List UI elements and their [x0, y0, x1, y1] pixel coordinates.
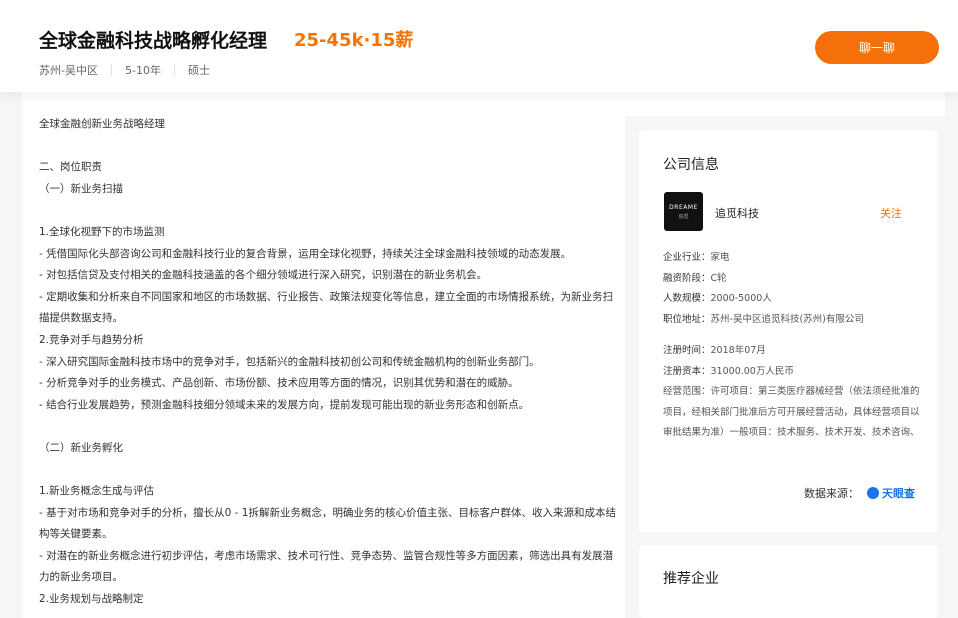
desc-line: 1.全球化视野下的市场监测 [39, 225, 165, 238]
info-label: 注册时间： [663, 345, 711, 356]
desc-line: 2.竞争对手与趋势分析 [39, 333, 144, 346]
job-description-panel: 全球金融创新业务战略经理 二、岗位职责 （一）新业务扫描 1.全球化视野下的市场… [22, 92, 625, 618]
company-logo[interactable]: DREAME 追觅 [664, 192, 703, 231]
job-education: 硕士 [187, 64, 210, 77]
divider [173, 65, 175, 75]
source-name[interactable]: 天眼查 [882, 485, 915, 501]
desc-line: - 结合行业发展趋势，预测金融科技细分领域未来的发展方向，提前发现可能出现的新业… [39, 398, 530, 411]
info-value: 家电 [710, 252, 730, 263]
right-panel-top [624, 92, 945, 116]
info-row-scope: 经营范围：许可项目：第三类医疗器械经营（依法须经批准的项目，经相关部门批准后方可… [663, 382, 923, 444]
desc-line: - 对潜在的新业务概念进行初步评估，考虑市场需求、技术可行性、竞争态势、监管合规… [39, 549, 614, 584]
job-description: 全球金融创新业务战略经理 二、岗位职责 （一）新业务扫描 1.全球化视野下的市场… [39, 114, 619, 611]
desc-line: - 对包括信贷及支付相关的金融科技涵盖的各个细分领域进行深入研究，识别潜在的新业… [39, 269, 488, 282]
desc-line: - 深入研究国际金融科技市场中的竞争对手，包括新兴的金融科技初创公司和传统金融机… [39, 355, 540, 368]
desc-line: - 基于对市场和竞争对手的分析，擅长从0 - 1拆解新业务概念，明确业务的核心价… [39, 506, 616, 541]
info-label: 职位地址： [663, 313, 711, 325]
info-row-size: 人数规模：2000-5000人 [663, 289, 923, 310]
desc-blank [39, 460, 619, 482]
info-row-reg-time: 注册时间：2018年07月 [663, 341, 923, 362]
desc-line: 2.业务规划与战略制定 [39, 593, 144, 606]
desc-line: 1.新业务概念生成与评估 [39, 485, 155, 498]
info-row-industry: 企业行业：家电 [663, 248, 923, 269]
job-title: 全球金融科技战略孵化经理 [39, 30, 268, 52]
info-label: 经营范围： [663, 386, 711, 397]
desc-line: - 定期收集和分析来自不同国家和地区的市场数据、行业报告、政策法规变化等信息，建… [39, 290, 614, 325]
desc-line: - 分析竞争对手的业务模式、产品创新、市场份额、技术应用等方面的情况，识别其优势… [39, 377, 519, 390]
desc-blank [39, 416, 619, 438]
salary: 25-45k·15薪 [294, 30, 414, 51]
recommend-card: 推荐企业 [639, 545, 938, 618]
tianyancha-icon [867, 487, 879, 499]
info-row-stage: 融资阶段：C轮 [663, 269, 923, 290]
info-value: 2018年07月 [710, 345, 766, 356]
company-section-title: 公司信息 [663, 157, 719, 173]
info-label: 人数规模： [663, 293, 711, 304]
company-name[interactable]: 追觅科技 [715, 205, 759, 221]
info-value: 31000.00万人民币 [710, 365, 794, 377]
logo-subtext: 追觅 [678, 213, 689, 220]
desc-line: （二）新业务孵化 [39, 441, 123, 454]
chat-button[interactable]: 聊一聊 [815, 31, 939, 64]
company-info: 企业行业：家电 融资阶段：C轮 人数规模：2000-5000人 职位地址：苏州-… [663, 248, 923, 444]
info-row-address: 职位地址：苏州-吴中区追觅科技(苏州)有限公司 [663, 310, 923, 331]
company-card: 公司信息 DREAME 追觅 追觅科技 关注 企业行业：家电 融资阶段：C轮 人… [639, 130, 938, 532]
info-label: 注册资本： [663, 365, 711, 377]
job-experience: 5-10年 [124, 64, 161, 77]
info-value: 2000-5000人 [710, 293, 772, 304]
desc-line: - 凭借国际化头部咨询公司和金融科技行业的复合背景，运用全球化视野，持续关注全球… [39, 247, 572, 260]
info-value: C轮 [710, 272, 727, 284]
info-label: 企业行业： [663, 252, 711, 263]
desc-line: （一）新业务扫描 [39, 182, 123, 195]
divider [110, 65, 112, 75]
source-label: 数据来源： [804, 487, 859, 500]
recommend-title: 推荐企业 [663, 571, 719, 587]
info-value: 苏州-吴中区追觅科技(苏州)有限公司 [710, 313, 864, 325]
job-meta: 苏州-吴中区 5-10年 硕士 [39, 62, 210, 78]
desc-line: 二、岗位职责 [39, 161, 102, 174]
job-header: 全球金融科技战略孵化经理 25-45k·15薪 苏州-吴中区 5-10年 硕士 … [0, 0, 958, 92]
follow-button[interactable]: 关注 [880, 205, 902, 221]
data-source: 数据来源： 天眼查 [804, 485, 915, 501]
job-location: 苏州-吴中区 [39, 64, 98, 77]
info-row-reg-capital: 注册资本：31000.00万人民币 [663, 362, 923, 383]
logo-text: DREAME [669, 203, 698, 211]
desc-blank [39, 136, 619, 158]
desc-line: 全球金融创新业务战略经理 [39, 118, 165, 130]
desc-blank [39, 200, 619, 222]
info-label: 融资阶段： [663, 272, 711, 284]
